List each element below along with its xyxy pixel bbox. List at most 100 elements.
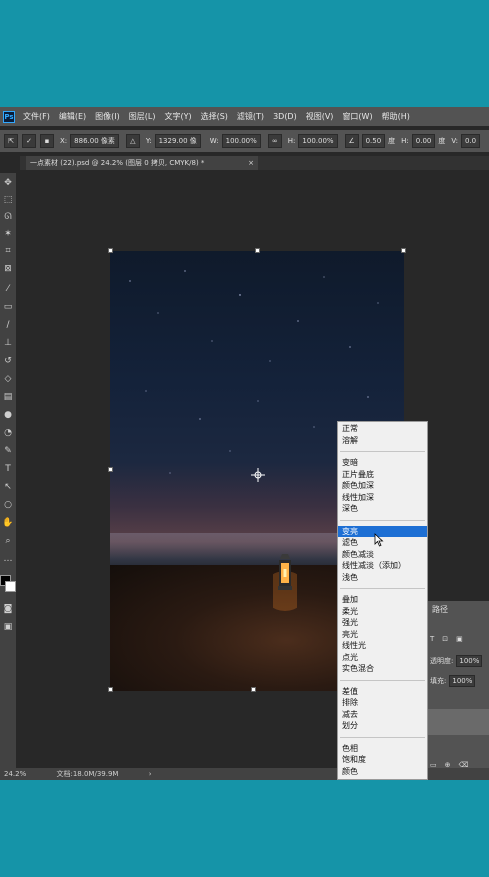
healing-brush-icon[interactable]: ▭ [2,301,14,313]
menu-image[interactable]: 图像(I) [95,111,120,122]
blend-mode-option[interactable]: 叠加 [338,594,427,606]
blend-mode-option[interactable]: 浅色 [338,572,427,584]
blend-mode-option[interactable]: 减去 [338,709,427,721]
vskew-field[interactable]: 0.0 [460,134,481,148]
magic-wand-icon[interactable]: ✶ [2,228,14,240]
blend-mode-option[interactable]: 颜色 [338,766,427,778]
path-select-icon[interactable]: ↖ [2,481,14,493]
shape-filter-icon[interactable]: ⊡ [442,635,448,643]
background-color-swatch[interactable] [5,581,16,592]
transform-center-crosshair-icon[interactable] [251,468,265,482]
blend-mode-option[interactable]: 差值 [338,686,427,698]
marquee-tool-icon[interactable]: ⬚ [2,194,14,206]
menu-file[interactable]: 文件(F) [23,111,50,122]
blend-mode-option[interactable]: 线性光 [338,640,427,652]
transform-tool-icon[interactable]: ⇱ [4,134,18,148]
width-field[interactable]: 100.00% [221,134,261,148]
blend-mode-option[interactable]: 划分 [338,720,427,732]
blend-mode-option[interactable]: 颜色加深 [338,480,427,492]
eraser-tool-icon[interactable]: ◇ [2,373,14,385]
zoom-level[interactable]: 24.2% [4,770,26,778]
blend-mode-option[interactable]: 亮光 [338,629,427,641]
smart-filter-icon[interactable]: ▣ [456,635,463,643]
menu-type[interactable]: 文字(Y) [164,111,191,122]
blur-tool-icon[interactable]: ● [2,409,14,421]
zoom-tool-icon[interactable]: ⌕ [2,535,14,547]
blend-mode-option[interactable]: 实色混合 [338,663,427,675]
angle-field[interactable]: 0.50 [361,134,386,148]
delta-icon[interactable]: △ [125,134,140,148]
blend-mode-option[interactable]: 变暗 [338,457,427,469]
transform-handle-top-left[interactable] [108,248,113,253]
blend-mode-option[interactable]: 溶解 [338,435,427,447]
blend-mode-option[interactable]: 柔光 [338,606,427,618]
screen-mode-icon[interactable]: ▣ [2,621,14,633]
angle-unit: 度 [388,137,396,145]
menu-layer[interactable]: 图层(L) [129,111,156,122]
menu-help[interactable]: 帮助(H) [382,111,410,122]
lasso-tool-icon[interactable]: ᘏ [2,211,14,223]
reference-point-icon[interactable]: ▪ [40,134,54,148]
hand-tool-icon[interactable]: ✋ [2,517,14,529]
blend-mode-option[interactable]: 线性加深 [338,492,427,504]
blend-mode-option[interactable]: 正片叠底 [338,469,427,481]
height-field[interactable]: 100.00% [298,134,338,148]
menu-filter[interactable]: 滤镜(T) [237,111,264,122]
type-tool-icon[interactable]: T [2,463,14,475]
menu-window[interactable]: 窗口(W) [342,111,372,122]
y-field[interactable]: 1329.00 像 [154,134,201,148]
shape-tool-icon[interactable]: ○ [2,499,14,511]
gradient-tool-icon[interactable]: ▤ [2,391,14,403]
transform-handle-bottom-left[interactable] [108,687,113,692]
reference-point-checkbox[interactable]: ✓ [22,134,36,148]
eyedropper-icon[interactable]: ⁄ [2,283,14,295]
blend-mode-option[interactable]: 正常 [338,423,427,435]
x-field[interactable]: 886.00 像素 [70,134,119,148]
document-tab[interactable]: 一点素材 (22).psd @ 24.2% (图层 0 拷贝, CMYK/8) … [26,156,258,170]
stamp-tool-icon[interactable]: ⊥ [2,337,14,349]
blend-mode-option[interactable]: 点光 [338,652,427,664]
x-label: X: [60,137,68,145]
menu-view[interactable]: 视图(V) [306,111,334,122]
transform-handle-bottom[interactable] [251,687,256,692]
blend-mode-option[interactable]: 强光 [338,617,427,629]
dodge-tool-icon[interactable]: ◔ [2,427,14,439]
status-arrow-icon[interactable]: › [149,770,152,778]
crop-tool-icon[interactable]: ⌗ [2,245,14,257]
transform-handle-left[interactable] [108,467,113,472]
layer-row-selected[interactable] [428,709,489,735]
blend-mode-option[interactable]: 饱和度 [338,754,427,766]
v-label: V: [451,137,458,145]
history-brush-icon[interactable]: ↺ [2,355,14,367]
blend-mode-option[interactable]: 排除 [338,697,427,709]
fill-field[interactable]: 100% [449,675,476,687]
panel-tab-paths[interactable]: 路径 [432,604,448,615]
close-icon[interactable]: × [248,156,254,170]
opacity-field[interactable]: 100% [456,655,483,667]
type-filter-icon[interactable]: T [430,635,434,643]
options-bar: ⇱ ✓ ▪ X: 886.00 像素 △ Y: 1329.00 像 W: 100… [0,130,489,152]
brush-tool-icon[interactable]: ∕ [2,319,14,331]
blend-mode-option[interactable]: 色相 [338,743,427,755]
frame-tool-icon[interactable]: ⊠ [2,263,14,275]
quick-mask-icon[interactable]: ◙ [2,603,14,615]
pen-tool-icon[interactable]: ✎ [2,445,14,457]
blend-mode-option[interactable]: 线性减淡（添加） [338,560,427,572]
lantern-icon [273,554,297,611]
w-label: W: [209,137,219,145]
blend-mode-option[interactable]: 颜色减淡 [338,549,427,561]
menu-select[interactable]: 选择(S) [201,111,228,122]
blend-mode-dropdown[interactable]: 正常 溶解 变暗 正片叠底 颜色加深 线性加深 深色 变亮 滤色 颜色减淡 线性减淡（添加） 浅色 叠加… [337,421,428,780]
transform-handle-top[interactable] [255,248,260,253]
menu-edit[interactable]: 编辑(E) [59,111,86,122]
more-tools-icon[interactable]: … [2,553,14,565]
paths-panel: 路径 T ⊡ ▣ 透明度: 100% 填充: 100% ▭ ⊕ ⌫ [428,601,489,777]
move-tool-icon[interactable]: ✥ [2,177,14,189]
menu-3d[interactable]: 3D(D) [273,112,297,121]
opacity-label: 透明度: [430,657,454,665]
hskew-field[interactable]: 0.00 [411,134,436,148]
document-tab-title: 一点素材 (22).psd @ 24.2% (图层 0 拷贝, CMYK/8) … [30,159,205,167]
blend-mode-option[interactable]: 深色 [338,503,427,515]
link-icon[interactable]: ∞ [267,134,282,148]
transform-handle-top-right[interactable] [401,248,406,253]
